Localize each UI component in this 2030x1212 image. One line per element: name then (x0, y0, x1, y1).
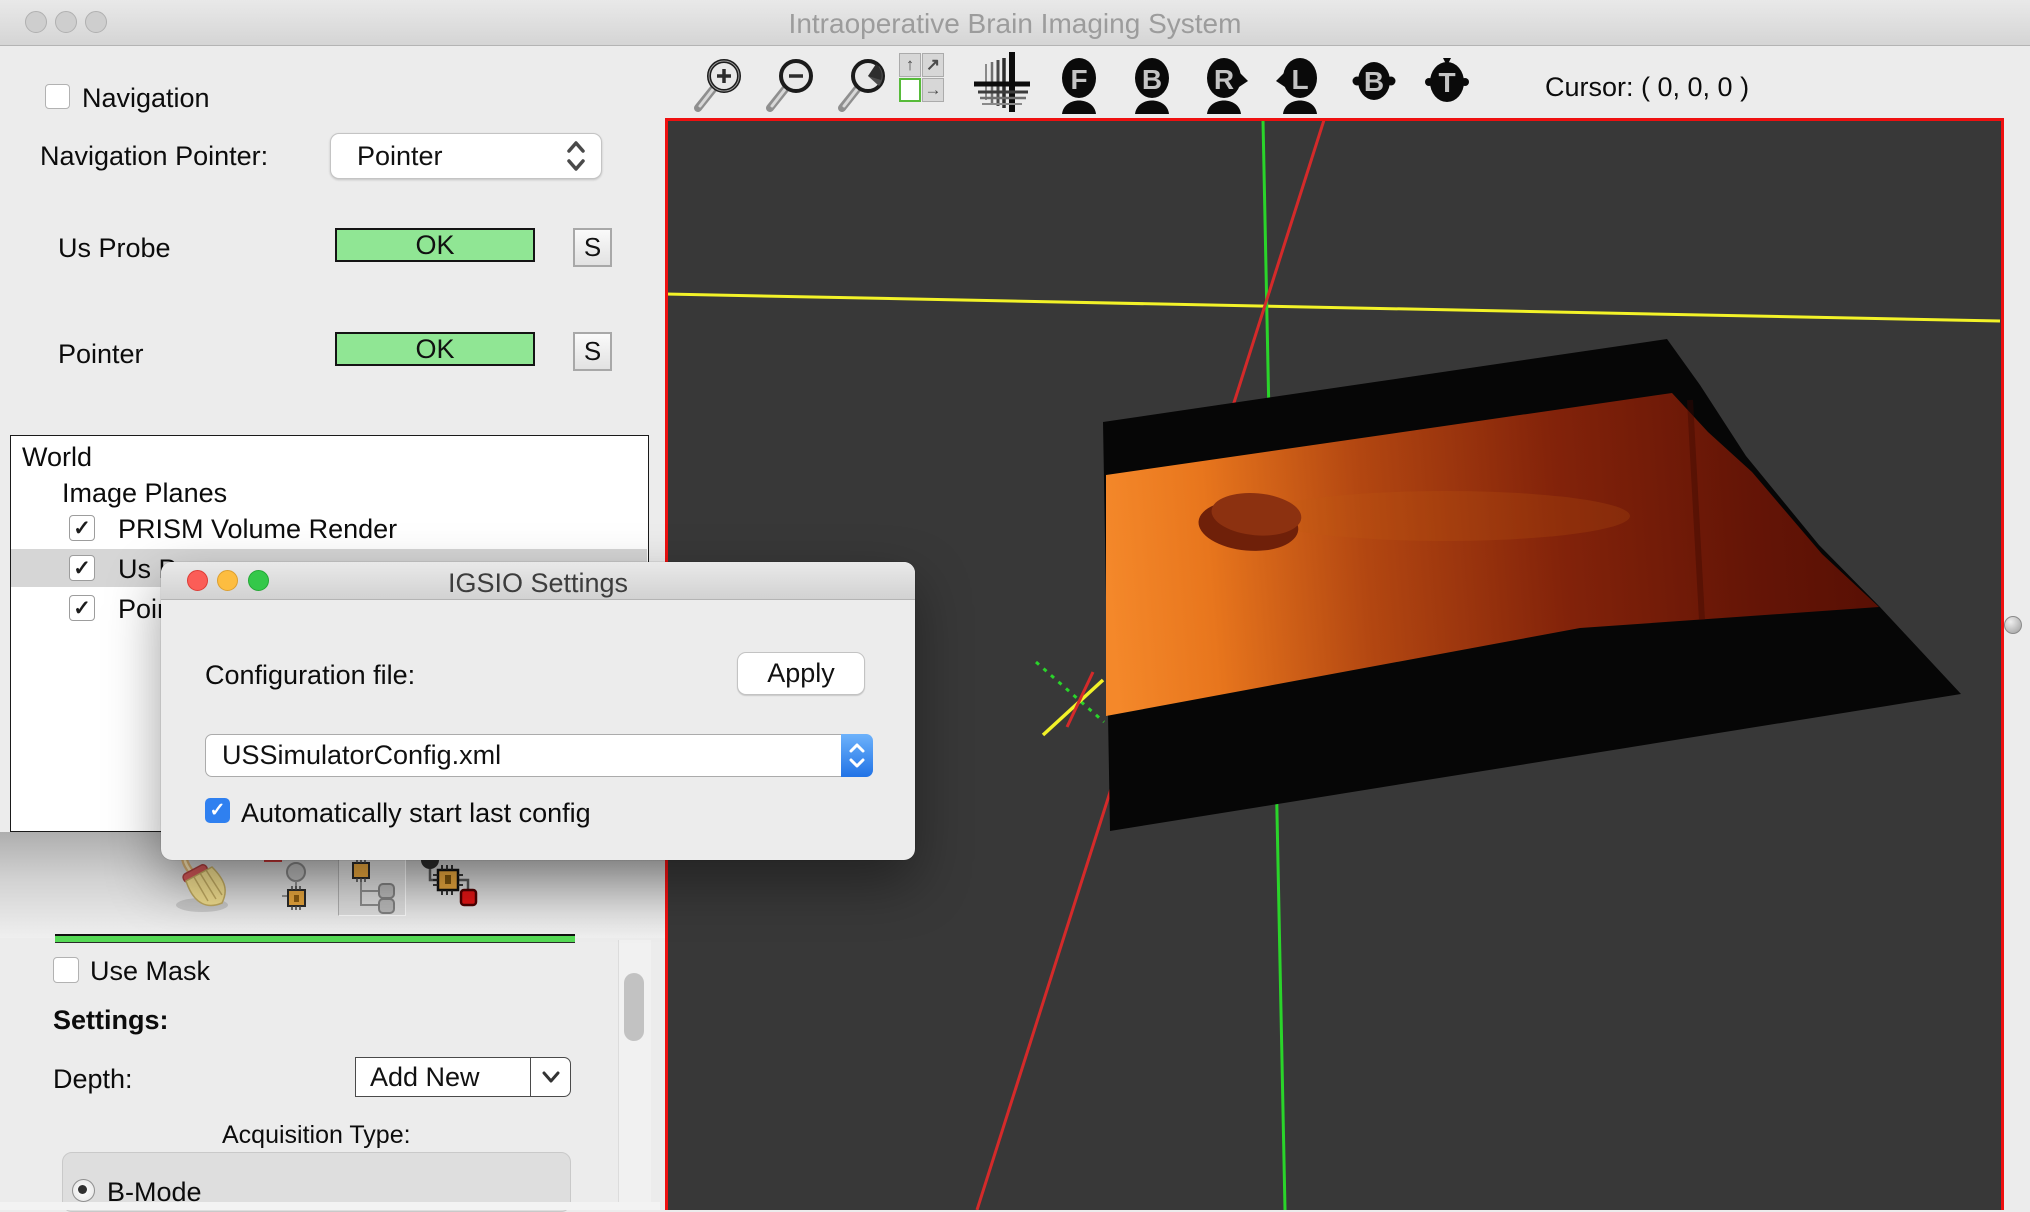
tree-item-world[interactable]: World (22, 442, 92, 473)
navigation-pointer-select[interactable]: Pointer (330, 133, 602, 179)
window-titlebar[interactable]: Intraoperative Brain Imaging System (0, 0, 2030, 46)
us-probe-s-button[interactable]: S (573, 228, 612, 267)
right-panel-scroll-dot[interactable] (2004, 616, 2022, 634)
chevron-up-icon (848, 742, 866, 754)
dialog-titlebar[interactable]: IGSIO Settings (161, 562, 915, 600)
us-probe-status-badge: OK (335, 228, 535, 262)
depth-combo[interactable]: Add New (355, 1057, 531, 1097)
view-top-head-icon[interactable]: T (1416, 52, 1478, 114)
view-back-head-icon[interactable]: B (1121, 52, 1183, 114)
zoom-in-icon[interactable] (688, 52, 752, 116)
depth-label: Depth: (53, 1064, 133, 1095)
configuration-file-label: Configuration file: (205, 660, 415, 691)
autostart-label: Automatically start last config (241, 798, 591, 829)
prism-volume-render-checkbox[interactable]: ✓ (69, 515, 95, 541)
pointer-plane-checkbox[interactable]: ✓ (69, 595, 95, 621)
check-icon: ✓ (210, 799, 226, 822)
tree-item-image-planes[interactable]: Image Planes (62, 478, 227, 509)
chevron-down-icon (848, 757, 866, 769)
pan-direction-grid[interactable]: ↑ ↗ → (899, 53, 945, 103)
view-front-head-icon[interactable]: F (1048, 52, 1110, 114)
progress-bar (55, 934, 575, 943)
hardware-tree-icon (339, 857, 405, 915)
config-file-value: USSimulatorConfig.xml (222, 740, 501, 771)
radio-dot-icon (78, 1185, 87, 1194)
depth-combo-arrow-button[interactable] (530, 1057, 571, 1097)
left-panel-scrollbar-thumb[interactable] (624, 973, 644, 1041)
svg-text:T: T (1438, 67, 1455, 98)
pan-right-icon[interactable]: → (922, 78, 944, 102)
ultrasound-echo-trail (1260, 491, 1630, 541)
navigation-pointer-label: Navigation Pointer: (40, 141, 268, 172)
hardware-tree-icon-frame[interactable] (338, 856, 406, 916)
dialog-title: IGSIO Settings (161, 568, 915, 599)
pan-center-cell[interactable] (899, 78, 921, 102)
acquisition-type-label: Acquisition Type: (222, 1121, 411, 1150)
bmode-radio[interactable] (72, 1179, 95, 1202)
apply-button[interactable]: Apply (737, 652, 865, 695)
config-file-combo[interactable]: USSimulatorConfig.xml (205, 734, 872, 777)
settings-heading: Settings: (53, 1005, 169, 1036)
zoom-fit-icon[interactable] (832, 52, 896, 116)
igsio-settings-dialog[interactable]: IGSIO Settings Configuration file: Apply… (161, 562, 915, 860)
window-bottom-edge (0, 1202, 660, 1210)
pointer-label: Pointer (58, 339, 144, 370)
view-bottom-head-icon[interactable]: B (1343, 52, 1405, 114)
zoom-out-icon[interactable] (760, 52, 824, 116)
svg-text:B: B (1364, 66, 1384, 97)
autostart-checkbox[interactable]: ✓ (205, 798, 230, 823)
us-probe-label: Us Probe (58, 233, 171, 264)
use-mask-checkbox[interactable] (53, 957, 79, 983)
svg-text:B: B (1142, 64, 1162, 95)
window-title: Intraoperative Brain Imaging System (0, 8, 2030, 40)
pointer-s-button[interactable]: S (573, 332, 612, 371)
depth-combo-value: Add New (370, 1062, 480, 1093)
navigation-pointer-value: Pointer (357, 141, 443, 172)
use-mask-label: Use Mask (90, 956, 210, 987)
svg-text:F: F (1070, 64, 1087, 95)
tree-item-prism-volume-render[interactable]: PRISM Volume Render (118, 514, 397, 545)
check-icon: ✓ (73, 556, 91, 581)
cursor-coordinates: Cursor: ( 0, 0, 0 ) (1545, 72, 1749, 103)
svg-text:R: R (1214, 64, 1234, 95)
crosshair-grid-icon[interactable] (968, 50, 1032, 114)
us-probe-plane-checkbox[interactable]: ✓ (69, 555, 95, 581)
chevron-up-down-icon (565, 139, 587, 173)
pointer-status-badge: OK (335, 332, 535, 366)
svg-text:L: L (1291, 64, 1308, 95)
navigation-checkbox[interactable] (45, 84, 70, 109)
pan-up-right-icon[interactable]: ↗ (922, 53, 944, 77)
view-left-head-icon[interactable]: L (1268, 52, 1330, 114)
chevron-down-icon (541, 1070, 561, 1084)
pan-up-icon[interactable]: ↑ (899, 53, 921, 77)
navigation-label: Navigation (82, 83, 210, 114)
check-icon: ✓ (73, 516, 91, 541)
check-icon: ✓ (73, 596, 91, 621)
config-file-stepper[interactable] (841, 734, 873, 777)
view-right-head-icon[interactable]: R (1194, 52, 1256, 114)
